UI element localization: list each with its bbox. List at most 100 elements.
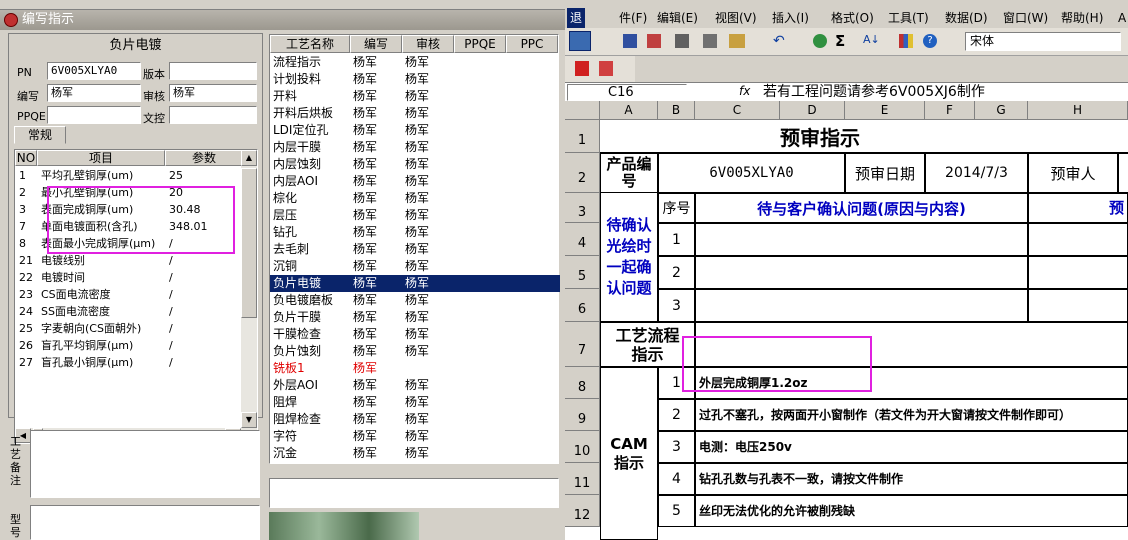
param-row[interactable]: 25 字麦朝向(CS面朝外) / xyxy=(15,320,243,337)
col-a[interactable]: A xyxy=(600,101,658,120)
cam-item-no[interactable]: 2 xyxy=(658,399,695,431)
process-row[interactable]: 沉金 杨军 杨军 xyxy=(270,445,560,462)
cam-item-text[interactable]: 电测：电压250v xyxy=(695,431,1128,463)
pending-extra-3[interactable] xyxy=(1028,289,1128,322)
issues-header[interactable]: 待与客户确认问题(原因与内容) xyxy=(695,193,1028,223)
product-no-value[interactable]: 6V005XLYA0 xyxy=(658,153,845,193)
cam-item-no[interactable]: 3 xyxy=(658,431,695,463)
col-header-ppqe[interactable]: PPQE xyxy=(454,35,506,53)
scroll-up-icon[interactable]: ▲ xyxy=(241,150,257,166)
model-field[interactable] xyxy=(30,505,260,540)
pending-issue-1[interactable] xyxy=(695,223,1028,256)
process-row[interactable]: 铣板1 杨军 xyxy=(270,360,560,377)
save-icon[interactable] xyxy=(623,34,637,48)
col-header-process[interactable]: 工艺名称 xyxy=(270,35,350,53)
col-c[interactable]: C xyxy=(695,101,780,120)
col-header-no[interactable]: NO xyxy=(15,150,37,166)
row-header[interactable]: 4 xyxy=(565,223,600,256)
process-row[interactable]: 去毛刺 杨军 杨军 xyxy=(270,241,560,258)
pdf-options-icon[interactable] xyxy=(599,61,613,76)
menu-edit[interactable]: 编辑(E) xyxy=(657,8,698,28)
menu-file[interactable]: 件(F) xyxy=(619,8,647,28)
process-memo-field[interactable] xyxy=(269,478,559,508)
menu-extra[interactable]: A xyxy=(1118,8,1126,28)
ppqe-field[interactable] xyxy=(47,106,141,124)
help-icon[interactable]: ? xyxy=(923,34,937,48)
pn-field[interactable]: 6V005XLYA0 xyxy=(47,62,141,80)
process-row[interactable]: 沉铜 杨军 杨军 xyxy=(270,258,560,275)
process-flow-label[interactable]: 工艺流程指示 xyxy=(600,322,695,367)
fx-icon[interactable]: fx xyxy=(739,84,750,98)
edit-mode-icon[interactable] xyxy=(569,31,591,51)
process-row[interactable]: 棕化 杨军 杨军 xyxy=(270,190,560,207)
reviewer-cell-value[interactable] xyxy=(1118,153,1128,193)
name-box[interactable]: C16 xyxy=(567,84,687,101)
menu-data[interactable]: 数据(D) xyxy=(945,8,988,28)
row-header[interactable]: 3 xyxy=(565,193,600,223)
pending-issue-3[interactable] xyxy=(695,289,1028,322)
param-grid-vscroll[interactable]: ▲ ▼ xyxy=(241,150,257,428)
pending-row-1[interactable]: 1 xyxy=(658,223,695,256)
undo-icon[interactable]: ↶ xyxy=(773,33,785,49)
reviewer-field[interactable]: 杨军 xyxy=(169,84,257,102)
cam-item-text[interactable]: 过孔不塞孔，按两面开小窗制作（若文件为开大窗请按文件制作即可） xyxy=(695,399,1128,431)
menu-exit[interactable]: 退 xyxy=(567,8,586,28)
row-header[interactable]: 12 xyxy=(565,495,600,527)
row-header[interactable]: 8 xyxy=(565,367,600,399)
process-row[interactable]: 阻焊 杨军 杨军 xyxy=(270,394,560,411)
param-row[interactable]: 21 电镀线别 / xyxy=(15,252,243,269)
process-notes-field[interactable] xyxy=(30,430,260,498)
writer-field[interactable]: 杨军 xyxy=(47,84,141,102)
review-date-value[interactable]: 2014/7/3 xyxy=(925,153,1028,193)
research-icon[interactable] xyxy=(703,34,717,48)
menu-format[interactable]: 格式(O) xyxy=(831,8,874,28)
row-header[interactable]: 2 xyxy=(565,153,600,193)
param-row[interactable]: 23 CS面电流密度 / xyxy=(15,286,243,303)
menu-help[interactable]: 帮助(H) xyxy=(1061,8,1103,28)
menu-window[interactable]: 窗口(W) xyxy=(1003,8,1048,28)
row-header[interactable]: 5 xyxy=(565,256,600,289)
menu-tools[interactable]: 工具(T) xyxy=(888,8,929,28)
product-no-label[interactable]: 产品编号 xyxy=(600,153,658,193)
col-h[interactable]: H xyxy=(1028,101,1128,120)
process-row[interactable]: 内层蚀刻 杨军 杨军 xyxy=(270,156,560,173)
process-row[interactable]: 负片干膜 杨军 杨军 xyxy=(270,309,560,326)
process-row[interactable]: 内层AOI 杨军 杨军 xyxy=(270,173,560,190)
reviewer-cell-label[interactable]: 预审人 xyxy=(1028,153,1118,193)
row-header[interactable]: 10 xyxy=(565,431,600,463)
param-row[interactable]: 27 盲孔最小铜厚(μm) / xyxy=(15,354,243,371)
process-row[interactable]: 钻孔 杨军 杨军 xyxy=(270,224,560,241)
col-f[interactable]: F xyxy=(925,101,975,120)
col-e[interactable]: E xyxy=(845,101,925,120)
menu-view[interactable]: 视图(V) xyxy=(715,8,757,28)
process-row[interactable]: 开料后烘板 杨军 杨军 xyxy=(270,105,560,122)
hyperlink-icon[interactable] xyxy=(813,34,827,48)
pending-row-3[interactable]: 3 xyxy=(658,289,695,322)
pdf-icon[interactable] xyxy=(575,61,589,76)
pending-issue-2[interactable] xyxy=(695,256,1028,289)
col-header-writer[interactable]: 编写 xyxy=(350,35,402,53)
process-row[interactable]: 负片电镀 杨军 杨军 xyxy=(270,275,560,292)
select-all-corner[interactable] xyxy=(565,101,600,120)
cam-item-text[interactable]: 钻孔孔数与孔表不一致，请按文件制作 xyxy=(695,463,1128,495)
row-header[interactable]: 7 xyxy=(565,322,600,367)
cam-item-text[interactable]: 丝印无法优化的允许被削残缺 xyxy=(695,495,1128,527)
col-d[interactable]: D xyxy=(780,101,845,120)
formula-input[interactable]: 若有工程问题请参考6V005XJ6制作 xyxy=(763,83,985,101)
param-row[interactable]: 1 平均孔壁铜厚(um) 25 xyxy=(15,167,243,184)
process-row[interactable]: 开料 杨军 杨军 xyxy=(270,88,560,105)
col-header-reviewer[interactable]: 审核 xyxy=(402,35,454,53)
process-row[interactable]: 内层干膜 杨军 杨军 xyxy=(270,139,560,156)
col-header-value[interactable]: 参数 xyxy=(165,150,243,166)
process-row[interactable]: 外层AOI 杨军 杨军 xyxy=(270,377,560,394)
row-header[interactable]: 11 xyxy=(565,463,600,495)
pending-extra-1[interactable] xyxy=(1028,223,1128,256)
col-b[interactable]: B xyxy=(658,101,695,120)
paste-icon[interactable] xyxy=(729,34,745,48)
process-row[interactable]: 负电镀磨板 杨军 杨军 xyxy=(270,292,560,309)
version-field[interactable] xyxy=(169,62,257,80)
seq-header[interactable]: 序号 xyxy=(658,193,695,223)
process-row[interactable]: 流程指示 杨军 杨军 xyxy=(270,54,560,71)
sheet-title[interactable]: 预审指示 xyxy=(600,120,1128,153)
doc-control-field[interactable] xyxy=(169,106,257,124)
